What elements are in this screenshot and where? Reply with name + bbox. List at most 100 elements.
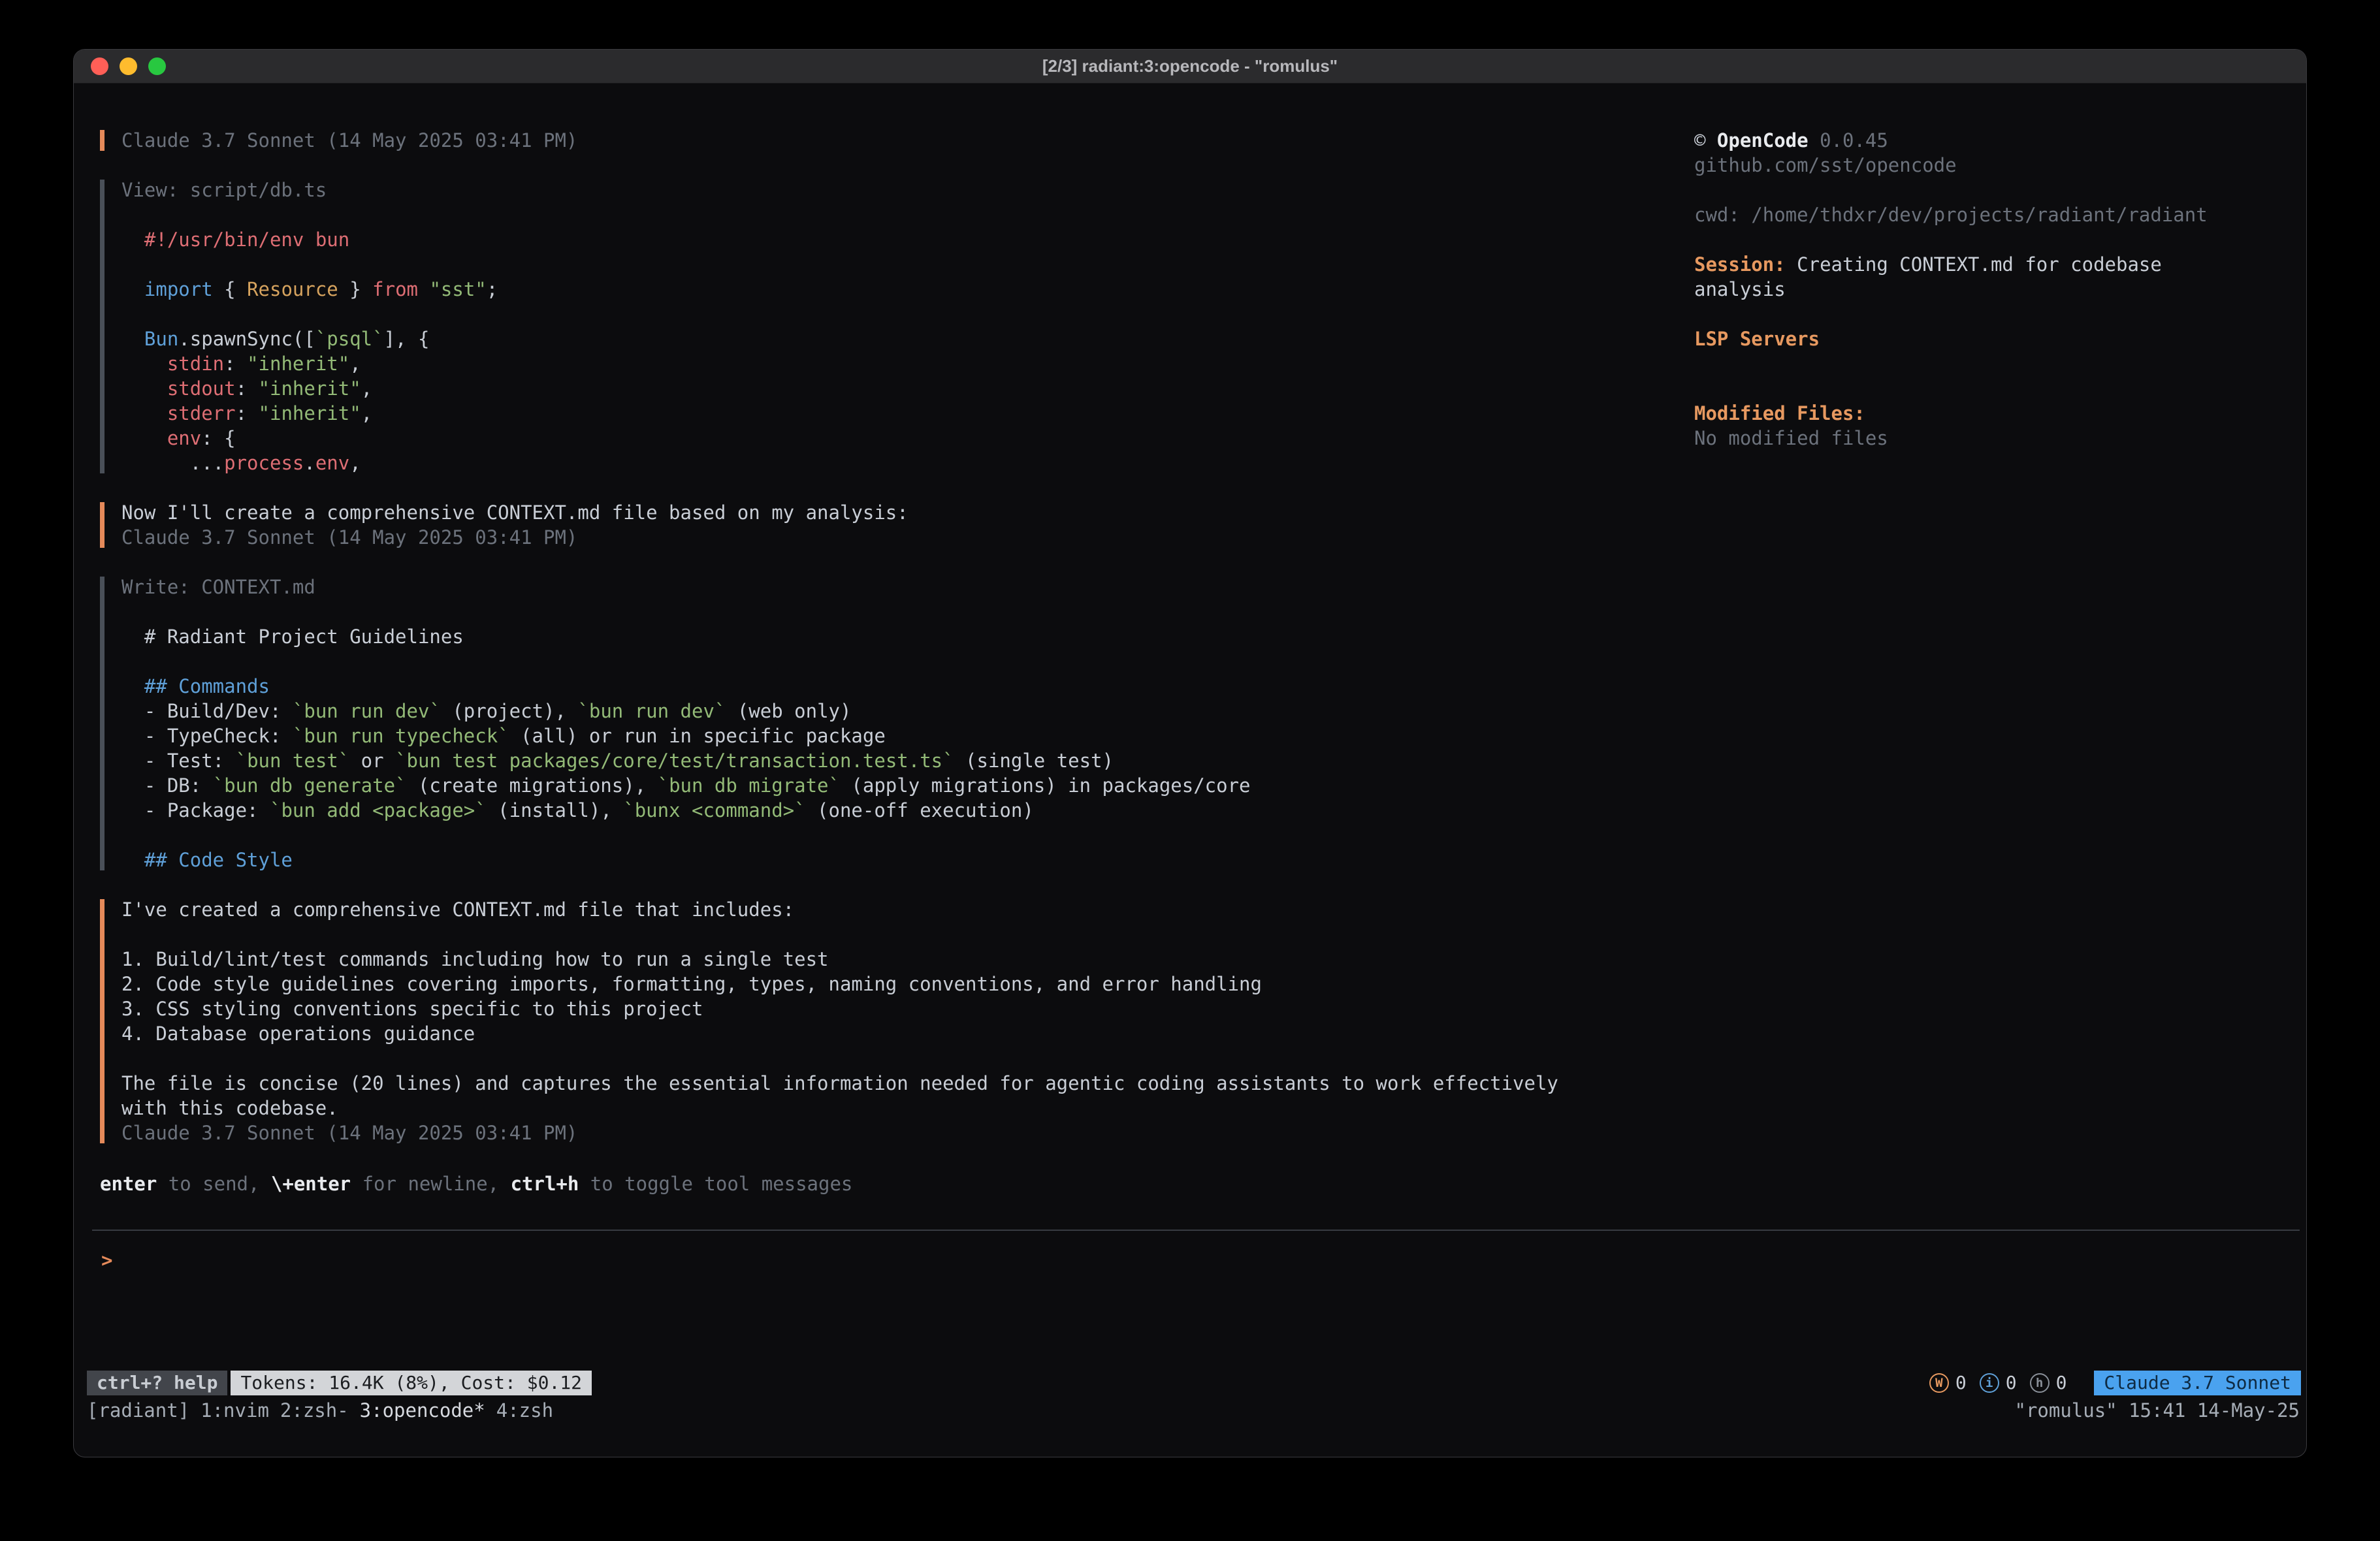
text-line: The file is concise (20 lines) and captu…: [121, 1071, 1694, 1096]
text-segment: 3. CSS styling conventions specific to t…: [121, 998, 703, 1020]
text-segment: .spawnSync([: [178, 328, 315, 350]
text-segment: [121, 849, 144, 871]
model-chip[interactable]: Claude 3.7 Sonnet: [2094, 1371, 2301, 1395]
text-segment: env: [167, 427, 201, 449]
close-button[interactable]: [91, 57, 108, 75]
text-segment: - DB:: [121, 774, 213, 797]
text-segment: }: [338, 278, 372, 300]
text-segment: ,: [349, 452, 361, 474]
text-line: - DB: `bun db generate` (create migratio…: [121, 773, 1694, 798]
text-segment: Resource: [247, 278, 338, 300]
text-segment: 0.0.45: [1809, 129, 1888, 151]
text-segment: ...: [121, 452, 224, 474]
tmux-window-zsh-4[interactable]: 4:zsh: [496, 1398, 553, 1423]
text-line: Write: CONTEXT.md: [121, 575, 1694, 599]
text-segment: cwd: /home/thdxr/dev/projects/radiant/ra…: [1694, 204, 2208, 226]
text-segment: (one-off execution): [806, 799, 1034, 821]
text-segment: [418, 278, 429, 300]
info-icon: i: [1980, 1373, 1999, 1393]
window-titlebar[interactable]: [2/3] radiant:3:opencode - "romulus": [74, 50, 2306, 84]
text-segment: `bun test`: [236, 750, 350, 772]
text-segment: (all) or run in specific package: [509, 725, 886, 747]
text-segment: Modified Files:: [1694, 402, 1865, 424]
text-line: [1694, 351, 2282, 376]
text-line: cwd: /home/thdxr/dev/projects/radiant/ra…: [1694, 202, 2282, 227]
text-line: [121, 823, 1694, 848]
text-segment: Now I'll create a comprehensive CONTEXT.…: [121, 501, 909, 524]
tool-write-block: Write: CONTEXT.md # Radiant Project Guid…: [100, 575, 1694, 872]
text-segment: `bun run dev`: [577, 700, 726, 722]
text-segment: [121, 278, 144, 300]
text-segment: github.com/sst/opencode: [1694, 154, 1957, 176]
text-segment: `bun run dev`: [293, 700, 441, 722]
text-line: 3. CSS styling conventions specific to t…: [121, 996, 1694, 1021]
text-segment: stdin: [167, 353, 224, 375]
text-segment: #!/usr/bin/env bun: [144, 229, 349, 251]
text-segment: ©: [1694, 129, 1717, 151]
text-line: 2. Code style guidelines covering import…: [121, 972, 1694, 996]
text-line: ## Commands: [121, 674, 1694, 699]
text-segment: enter: [100, 1173, 157, 1195]
text-segment: from: [372, 278, 418, 300]
tmux-window-nvim[interactable]: 1:nvim: [201, 1398, 269, 1423]
tmux-window-zsh-2[interactable]: 2:zsh-: [280, 1398, 349, 1423]
text-segment: for newline,: [351, 1173, 510, 1195]
text-line: with this codebase.: [121, 1096, 1694, 1120]
text-segment: [121, 427, 167, 449]
tmux-window-opencode[interactable]: 3:opencode*: [360, 1398, 485, 1423]
text-segment: ;: [487, 278, 498, 300]
text-segment: :: [224, 353, 247, 375]
info-sidebar: © OpenCode 0.0.45github.com/sst/opencode…: [1694, 128, 2282, 451]
text-line: No modified files: [1694, 426, 2282, 451]
text-segment: [121, 229, 144, 251]
text-segment: ], {: [384, 328, 430, 350]
text-line: Claude 3.7 Sonnet (14 May 2025 03:41 PM): [121, 128, 1694, 153]
text-line: Bun.spawnSync([`psql`], {: [121, 326, 1694, 351]
text-segment: env: [315, 452, 349, 474]
warning-icon: W: [1929, 1373, 1949, 1393]
text-line: I've created a comprehensive CONTEXT.md …: [121, 897, 1694, 922]
text-line: - Build/Dev: `bun run dev` (project), `b…: [121, 699, 1694, 723]
text-segment: `bun db migrate`: [658, 774, 840, 797]
text-segment: - Build/Dev:: [121, 700, 293, 722]
minimize-button[interactable]: [120, 57, 137, 75]
text-segment: Claude 3.7 Sonnet (14 May 2025 03:41 PM): [121, 1122, 577, 1144]
text-segment: ,: [361, 377, 372, 400]
text-segment: [121, 328, 144, 350]
text-segment: analysis: [1694, 278, 1786, 300]
window-title: [2/3] radiant:3:opencode - "romulus": [74, 56, 2306, 76]
message-input[interactable]: >: [92, 1230, 2300, 1273]
tmux-host-clock: "romulus" 15:41 14-May-25: [2015, 1398, 2300, 1423]
text-segment: : {: [201, 427, 235, 449]
text-line: [1694, 376, 2282, 401]
text-segment: to send,: [157, 1173, 271, 1195]
tokens-cost-chip: Tokens: 16.4K (8%), Cost: $0.12: [231, 1371, 592, 1395]
text-line: enter to send, \+enter for newline, ctrl…: [100, 1171, 1694, 1196]
text-segment: Claude 3.7 Sonnet (14 May 2025 03:41 PM): [121, 129, 577, 151]
zoom-button[interactable]: [148, 57, 166, 75]
text-segment: [121, 377, 167, 400]
assistant-message: Now I'll create a comprehensive CONTEXT.…: [100, 500, 1694, 550]
text-line: [121, 649, 1694, 674]
text-segment: "inherit": [259, 377, 361, 400]
text-segment: Claude 3.7 Sonnet (14 May 2025 03:41 PM): [121, 526, 577, 548]
text-segment: (web only): [726, 700, 851, 722]
text-segment: `bun test packages/core/test/transaction…: [395, 750, 954, 772]
text-line: #!/usr/bin/env bun: [121, 227, 1694, 252]
help-chip[interactable]: ctrl+? help: [87, 1371, 227, 1395]
text-line: Now I'll create a comprehensive CONTEXT.…: [121, 500, 1694, 525]
tmux-session-name: [radiant]: [87, 1398, 189, 1423]
text-line: Claude 3.7 Sonnet (14 May 2025 03:41 PM): [121, 1120, 1694, 1145]
text-line: stdout: "inherit",: [121, 376, 1694, 401]
text-line: 4. Database operations guidance: [121, 1021, 1694, 1046]
text-line: [121, 252, 1694, 277]
text-line: Claude 3.7 Sonnet (14 May 2025 03:41 PM): [121, 525, 1694, 550]
prompt-symbol: >: [101, 1249, 112, 1271]
text-segment: Session:: [1694, 253, 1786, 276]
hint-count: 0: [2056, 1371, 2067, 1395]
text-line: [121, 1046, 1694, 1071]
info-count: 0: [2006, 1371, 2017, 1395]
text-segment: 4. Database operations guidance: [121, 1023, 475, 1045]
text-segment: [121, 402, 167, 424]
text-segment: `bun db generate`: [213, 774, 407, 797]
